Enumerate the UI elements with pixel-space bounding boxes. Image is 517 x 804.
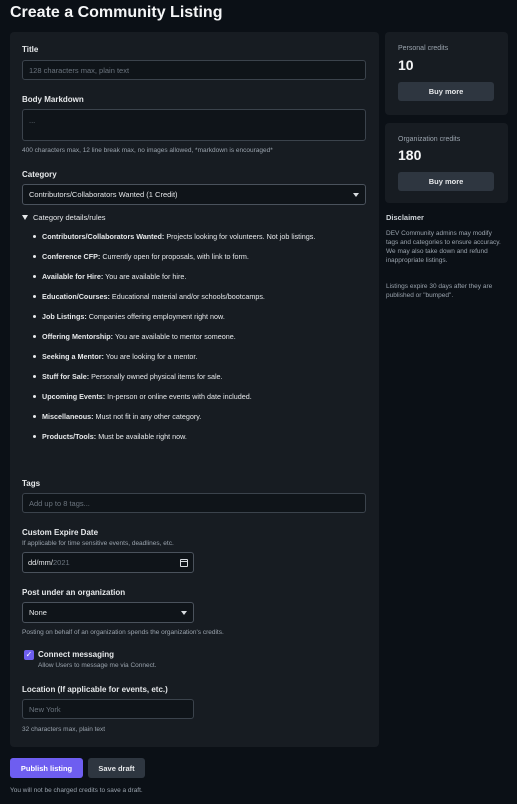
connect-hint: Allow Users to message me via Connect. [38, 662, 157, 669]
tags-input[interactable]: Add up to 8 tags... [22, 493, 366, 513]
rule-name: Upcoming Events: [42, 392, 106, 401]
rule-desc: You are available to mentor someone. [114, 332, 236, 341]
bullet-icon [33, 235, 36, 238]
list-item: Conference CFP: Currently open for propo… [32, 251, 362, 262]
bullet-icon [33, 335, 36, 338]
rule-desc: You are available for hire. [105, 272, 187, 281]
disclaimer-heading: Disclaimer [386, 213, 424, 222]
organization-credits-value: 180 [398, 147, 422, 163]
list-item: Products/Tools: Must be available right … [32, 431, 362, 442]
bullet-icon [33, 255, 36, 258]
rule-desc: Personally owned physical items for sale… [91, 372, 223, 381]
bullet-icon [33, 315, 36, 318]
calendar-icon[interactable] [180, 558, 188, 567]
location-label: Location (If applicable for events, etc.… [22, 685, 168, 694]
rule-name: Offering Mentorship: [42, 332, 114, 341]
list-item: Job Listings: Companies offering employm… [32, 311, 362, 322]
bullet-icon [33, 355, 36, 358]
body-hint: 400 characters max, 12 line break max, n… [22, 147, 273, 154]
organization-selected: None [29, 608, 47, 617]
rule-desc: Educational material and/or schools/boot… [111, 292, 265, 301]
rule-name: Seeking a Mentor: [42, 352, 104, 361]
expire-hint: If applicable for time sensitive events,… [22, 540, 174, 547]
location-hint: 32 characters max, plain text [22, 726, 106, 733]
chevron-down-icon [181, 610, 187, 615]
rule-name: Miscellaneous: [42, 412, 94, 421]
category-label: Category [22, 170, 57, 179]
organization-credits-card: Organization credits 180 Buy more [385, 123, 508, 203]
rule-desc: You are looking for a mentor. [105, 352, 198, 361]
rule-desc: Projects looking for volunteers. Not job… [166, 232, 316, 241]
personal-credits-label: Personal credits [398, 45, 449, 52]
rule-desc: Currently open for proposals, with link … [102, 252, 249, 261]
rule-desc: In-person or online events with date inc… [107, 392, 252, 401]
bullet-icon [33, 395, 36, 398]
list-item: Available for Hire: You are available fo… [32, 271, 362, 282]
location-input[interactable]: New York [22, 699, 194, 719]
rule-desc: Must not fit in any other category. [95, 412, 202, 421]
rule-name: Stuff for Sale: [42, 372, 90, 381]
list-item: Upcoming Events: In-person or online eve… [32, 391, 362, 402]
disclaimer-text: DEV Community admins may modify tags and… [386, 230, 501, 264]
organization-label: Post under an organization [22, 588, 126, 597]
bullet-icon [33, 375, 36, 378]
category-selected: Contributors/Collaborators Wanted (1 Cre… [29, 190, 178, 199]
category-rules-list: Contributors/Collaborators Wanted: Proje… [32, 231, 362, 451]
date-year: 2021 [53, 558, 70, 567]
list-item: Stuff for Sale: Personally owned physica… [32, 371, 362, 382]
bullet-icon [33, 435, 36, 438]
list-item: Education/Courses: Educational material … [32, 291, 362, 302]
rule-name: Education/Courses: [42, 292, 110, 301]
listing-form-card: Title 128 characters max, plain text Bod… [10, 32, 379, 747]
save-draft-button[interactable]: Save draft [88, 758, 145, 778]
rule-name: Available for Hire: [42, 272, 104, 281]
expire-date-input[interactable]: dd/mm/2021 [22, 552, 194, 573]
disclaimer-expiry-text: Listings expire 30 days after they are p… [386, 283, 493, 299]
rule-name: Products/Tools: [42, 432, 97, 441]
connect-label: Connect messaging [38, 650, 115, 659]
publish-listing-button[interactable]: Publish listing [10, 758, 83, 778]
category-select[interactable]: Contributors/Collaborators Wanted (1 Cre… [22, 184, 366, 205]
organization-select[interactable]: None [22, 602, 194, 623]
expire-label: Custom Expire Date [22, 528, 99, 537]
date-format: dd/mm/ [28, 558, 54, 567]
organization-hint: Posting on behalf of an organization spe… [22, 629, 224, 636]
buy-more-personal-button[interactable]: Buy more [398, 82, 494, 101]
title-input[interactable]: 128 characters max, plain text [22, 60, 366, 80]
list-item: Contributors/Collaborators Wanted: Proje… [32, 231, 362, 242]
category-details-toggle[interactable]: Category details/rules [22, 213, 106, 222]
list-item: Miscellaneous: Must not fit in any other… [32, 411, 362, 422]
bullet-icon [33, 275, 36, 278]
rule-name: Job Listings: [42, 312, 87, 321]
bullet-icon [33, 415, 36, 418]
rule-desc: Companies offering employment right now. [88, 312, 225, 321]
list-item: Offering Mentorship: You are available t… [32, 331, 362, 342]
rule-name: Contributors/Collaborators Wanted: [42, 232, 165, 241]
bullet-icon [33, 295, 36, 298]
disclosure-triangle-icon [22, 215, 28, 220]
connect-checkbox[interactable]: ✓ [24, 650, 34, 660]
body-label: Body Markdown [22, 95, 84, 104]
buy-more-organization-button[interactable]: Buy more [398, 172, 494, 191]
page-title: Create a Community Listing [10, 4, 223, 21]
rule-desc: Must be available right now. [98, 432, 187, 441]
tags-label: Tags [22, 479, 41, 488]
rule-name: Conference CFP: [42, 252, 101, 261]
title-label: Title [22, 45, 39, 54]
organization-credits-label: Organization credits [398, 136, 461, 143]
personal-credits-value: 10 [398, 57, 414, 73]
personal-credits-card: Personal credits 10 Buy more [385, 32, 508, 115]
body-textarea[interactable]: ... [22, 109, 366, 141]
chevron-down-icon [353, 192, 359, 197]
draft-note: You will not be charged credits to save … [10, 787, 143, 794]
category-details-summary: Category details/rules [33, 213, 106, 222]
list-item: Seeking a Mentor: You are looking for a … [32, 351, 362, 362]
